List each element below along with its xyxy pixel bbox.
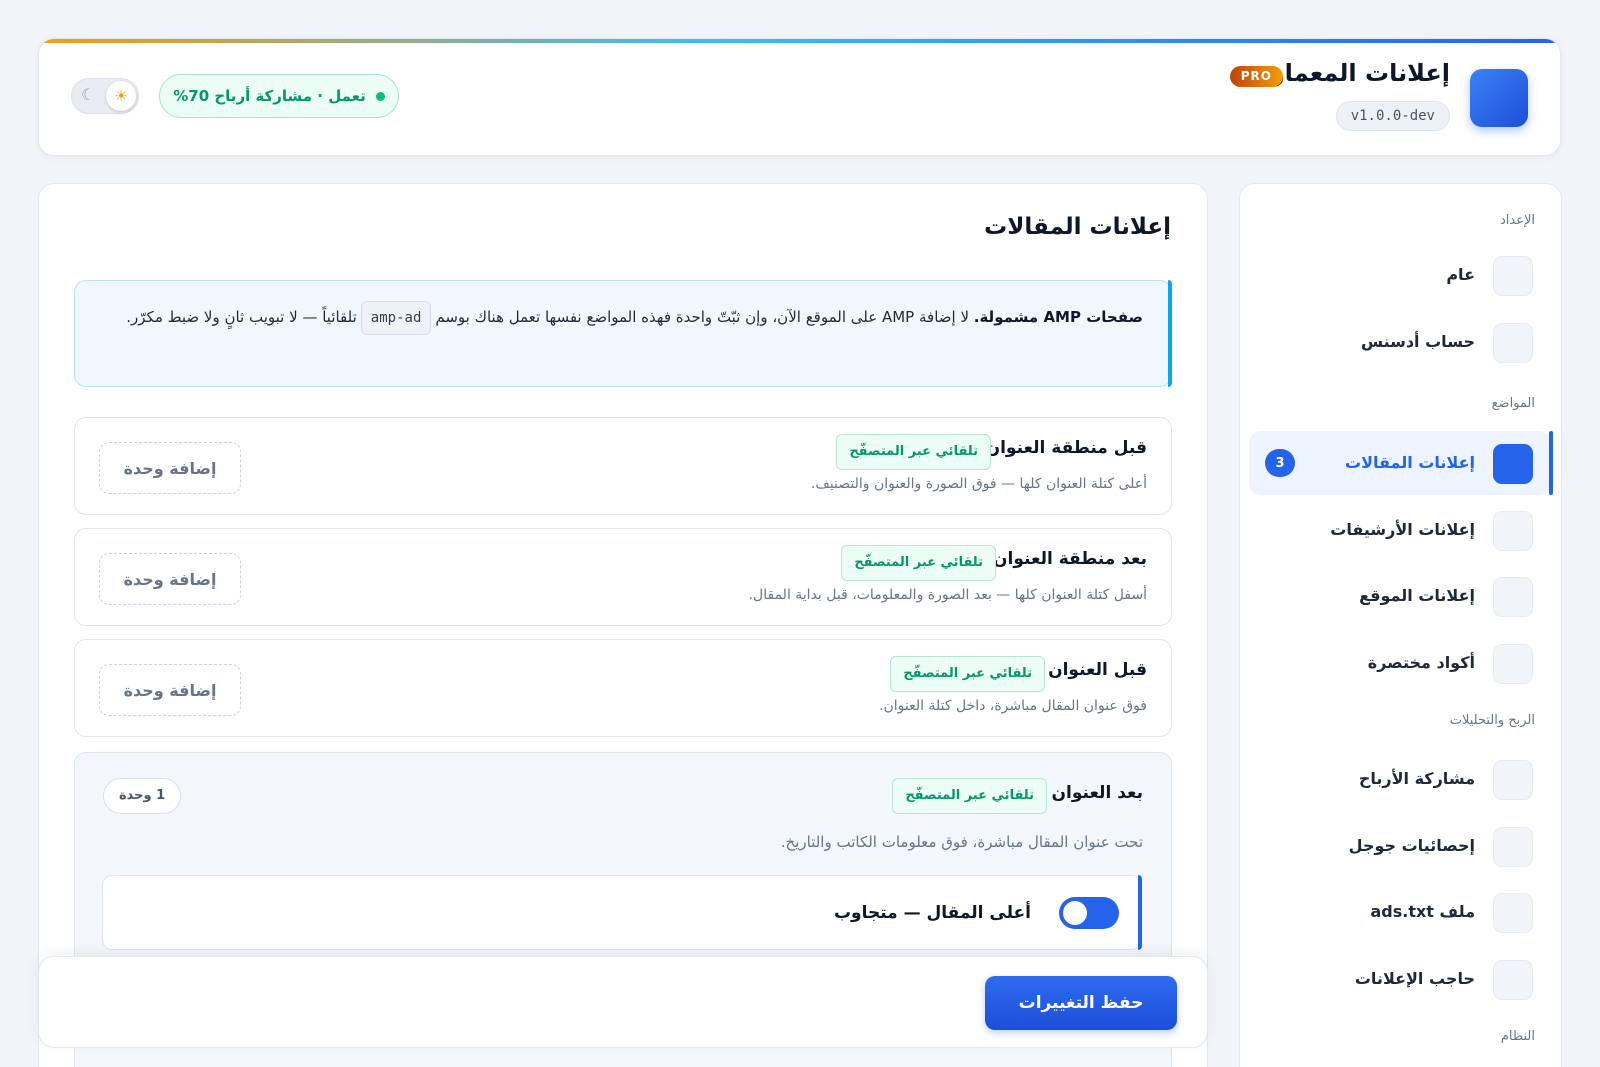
slot-title: بعد منطقة العنوان <box>993 549 1147 569</box>
sidebar-item-adsense-account[interactable]: حساب أدسنس <box>1249 310 1551 374</box>
unit-count-badge: 1 وحدة <box>103 778 182 814</box>
sidebar-section-placements: المواضع <box>1491 396 1535 411</box>
adsense-account-icon <box>1493 323 1533 363</box>
amp-ad-code: amp-ad <box>360 300 432 335</box>
unit-enabled-toggle[interactable] <box>1059 897 1119 929</box>
sidebar-item-adblock[interactable]: حاجب الإعلانات <box>1249 947 1551 1011</box>
sidebar-item-revenue-share[interactable]: مشاركة الأرباح <box>1249 747 1551 811</box>
slot-title: قبل العنوان <box>1048 660 1147 680</box>
sidebar-section-system: النظام <box>1500 1029 1535 1044</box>
adblock-icon <box>1493 960 1533 1000</box>
theme-toggle[interactable]: ☀ ☾ <box>71 78 139 114</box>
sidebar-item-label: عام <box>1446 265 1475 284</box>
sidebar-item-label: حساب أدسنس <box>1360 332 1475 351</box>
auto-tag: تلقائي عبر المتصفّح <box>836 434 991 470</box>
toggle-thumb <box>1063 901 1087 925</box>
app-header: إعلانات المعمار PRO v1.0.0-dev تعمل · مش… <box>38 38 1561 156</box>
brand-logo-icon <box>1470 69 1528 127</box>
status-text: تعمل · مشاركة أرباح 70% <box>173 87 366 105</box>
ad-unit-name: أعلى المقال — متجاوب <box>833 903 1031 923</box>
sidebar-item-article-ads[interactable]: إعلانات المقالات 3 <box>1249 431 1553 495</box>
count-badge: 3 <box>1265 449 1295 477</box>
version-badge: v1.0.0-dev <box>1335 101 1450 131</box>
status-badge: تعمل · مشاركة أرباح 70% <box>159 74 399 118</box>
save-changes-button[interactable]: حفظ التغييرات <box>985 976 1177 1030</box>
page-title: إعلانات المقالات <box>984 214 1171 240</box>
sidebar-section-profit: الربح والتحليلات <box>1449 713 1535 728</box>
pro-badge: PRO <box>1229 66 1283 87</box>
site-ads-icon <box>1493 577 1533 617</box>
status-dot-icon <box>375 91 385 101</box>
sidebar-item-label: إعلانات المقالات <box>1345 453 1475 472</box>
main-panel: إعلانات المقالات صفحات AMP مشمولة. لا إض… <box>38 183 1208 1067</box>
auto-tag: تلقائي عبر المتصفّح <box>841 545 996 581</box>
sidebar-item-label: مشاركة الأرباح <box>1358 769 1475 788</box>
slot-description: فوق عنوان المقال مباشرة، داخل كتلة العنو… <box>879 698 1147 714</box>
file-icon <box>1493 893 1533 933</box>
sidebar-item-label: إعلانات الموقع <box>1359 586 1475 605</box>
archive-ads-icon <box>1493 511 1533 551</box>
sidebar-item-ads-txt[interactable]: ملف ads.txt <box>1249 880 1551 944</box>
notice-bold: صفحات AMP مشمولة. <box>973 308 1143 326</box>
general-icon <box>1493 256 1533 296</box>
app-title: إعلانات المعمار <box>1270 59 1450 87</box>
slot-before-title: قبل العنوان تلقائي عبر المتصفّح فوق عنوا… <box>74 639 1172 737</box>
amp-notice: صفحات AMP مشمولة. لا إضافة AMP على الموق… <box>74 280 1172 387</box>
sidebar-item-label: ملف ads.txt <box>1370 902 1475 921</box>
auto-tag: تلقائي عبر المتصفّح <box>892 778 1047 814</box>
shortcodes-icon <box>1493 644 1533 684</box>
sidebar: الإعداد عام حساب أدسنس المواضع إعلانات ا… <box>1239 183 1562 1067</box>
slot-title: قبل منطقة العنوان <box>985 438 1147 458</box>
slot-description: أعلى كتلة العنوان كلها — فوق الصورة والع… <box>810 476 1147 492</box>
sidebar-item-archive-ads[interactable]: إعلانات الأرشيفات <box>1249 498 1551 562</box>
article-ads-icon <box>1493 444 1533 484</box>
slot-after-header-area: بعد منطقة العنوان تلقائي عبر المتصفّح أس… <box>74 528 1172 626</box>
sidebar-item-google-analytics[interactable]: إحصائيات جوجل <box>1249 814 1551 878</box>
sidebar-item-label: إحصائيات جوجل <box>1348 836 1475 855</box>
notice-text-before: لا إضافة AMP على الموقع الآن، وإن ثبّتّ … <box>435 308 974 326</box>
revenue-share-icon <box>1493 760 1533 800</box>
sidebar-item-label: حاجب الإعلانات <box>1354 969 1475 988</box>
sun-icon: ☀ <box>106 81 136 111</box>
header-accent-bar <box>39 39 1560 43</box>
sidebar-item-site-ads[interactable]: إعلانات الموقع <box>1249 564 1551 628</box>
sidebar-item-general[interactable]: عام <box>1249 243 1551 307</box>
add-unit-button[interactable]: إضافة وحدة <box>99 442 241 494</box>
add-unit-button[interactable]: إضافة وحدة <box>99 664 241 716</box>
slot-before-header-area: قبل منطقة العنوان تلقائي عبر المتصفّح أع… <box>74 417 1172 515</box>
add-unit-button[interactable]: إضافة وحدة <box>99 553 241 605</box>
sidebar-section-setup: الإعداد <box>1499 213 1535 228</box>
slot-description: تحت عنوان المقال مباشرة، فوق معلومات الك… <box>780 833 1143 851</box>
save-bar: حفظ التغييرات <box>38 956 1208 1048</box>
slot-title: بعد العنوان <box>1051 783 1143 803</box>
ad-unit-row[interactable]: أعلى المقال — متجاوب <box>102 875 1142 950</box>
auto-tag: تلقائي عبر المتصفّح <box>890 656 1045 692</box>
sidebar-item-label: أكواد مختصرة <box>1367 653 1475 672</box>
moon-icon: ☾ <box>81 85 96 104</box>
analytics-icon <box>1493 827 1533 867</box>
sidebar-item-shortcodes[interactable]: أكواد مختصرة <box>1249 631 1551 695</box>
notice-text-after: تلقائياً — لا تبويب ثانٍ ولا ضبط مكرّر. <box>126 308 357 326</box>
slot-description: أسفل كتلة العنوان كلها — بعد الصورة والم… <box>748 587 1147 603</box>
sidebar-item-label: إعلانات الأرشيفات <box>1330 520 1475 539</box>
notice-text: صفحات AMP مشمولة. لا إضافة AMP على الموق… <box>98 299 1143 335</box>
